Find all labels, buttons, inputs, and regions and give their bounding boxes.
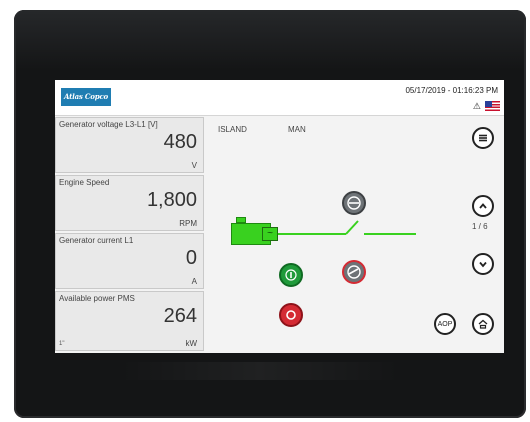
page-indicator: 1 / 6: [472, 222, 488, 231]
tile-generator-current[interactable]: Generator current L1 0 A: [55, 233, 204, 289]
chevron-down-icon: [479, 261, 487, 268]
home-hand-icon: [478, 319, 488, 329]
header-bar: Atlas Copco 05/17/2019 - 01:16:23 PM ⚠: [55, 80, 504, 116]
breaker-open-button[interactable]: [342, 260, 366, 284]
tile-unit: RPM: [179, 219, 197, 228]
tile-generator-voltage[interactable]: Generator voltage L3-L1 [V] 480 V: [55, 117, 204, 173]
tile-label: Generator current L1: [59, 236, 134, 245]
tile-unit: V: [191, 161, 197, 170]
aop-button[interactable]: AOP: [434, 313, 456, 335]
page-up-button[interactable]: [472, 195, 494, 217]
breaker-open-arm: [345, 220, 359, 235]
generator-ac-icon: ~: [262, 227, 278, 241]
atlas-copco-logo: Atlas Copco: [61, 88, 111, 106]
tile-unit: kW: [185, 339, 197, 348]
stop-icon: [286, 310, 296, 320]
breaker-close-button[interactable]: [342, 191, 366, 215]
tile-available-power[interactable]: Available power PMS 264 kW 1": [55, 291, 204, 351]
bezel-shine: [14, 10, 526, 70]
breaker-open-icon: [347, 265, 361, 279]
warning-triangle-icon[interactable]: ⚠: [473, 101, 481, 111]
tile-label: Engine Speed: [59, 178, 110, 187]
home-button[interactable]: [472, 313, 494, 335]
chevron-up-icon: [479, 203, 487, 209]
tile-value: 264: [163, 305, 197, 327]
hmi-screen: Atlas Copco 05/17/2019 - 01:16:23 PM ⚠ G…: [55, 80, 504, 353]
tile-unit: A: [191, 277, 197, 286]
tile-value: 480: [163, 131, 197, 153]
bezel-reflection: [120, 362, 400, 380]
tile-value: 0: [185, 247, 197, 269]
hamburger-menu-icon: [479, 134, 487, 142]
tile-engine-speed[interactable]: Engine Speed 1,800 RPM: [55, 175, 204, 231]
start-icon: [285, 269, 297, 281]
page-down-button[interactable]: [472, 253, 494, 275]
tile-label: Available power PMS: [59, 294, 135, 303]
breaker-closed-icon: [347, 196, 361, 210]
single-line-diagram: ISLAND MAN ~ 1 / 6 AOP: [206, 117, 504, 353]
tile-label: Generator voltage L3-L1 [V]: [59, 120, 158, 129]
menu-button[interactable]: [472, 127, 494, 149]
stop-button[interactable]: [279, 303, 303, 327]
tile-value: 1,800: [146, 189, 197, 211]
start-button[interactable]: [279, 263, 303, 287]
tile-note: 1": [59, 341, 65, 347]
us-flag-icon[interactable]: [485, 101, 500, 111]
datetime-display: 05/17/2019 - 01:16:23 PM: [405, 86, 498, 95]
